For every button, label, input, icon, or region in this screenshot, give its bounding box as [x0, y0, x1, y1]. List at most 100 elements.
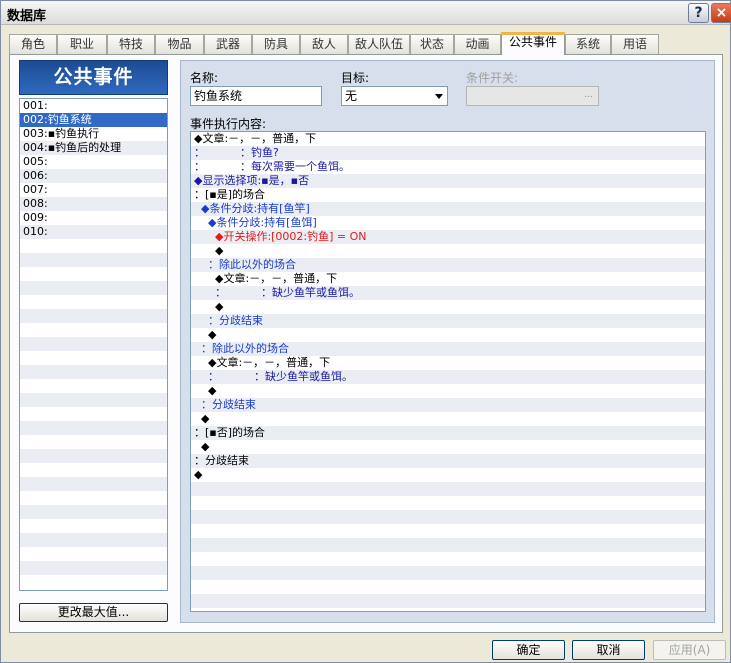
event-command-list[interactable]: ◆文章:－，－，普通，下： ：钓鱼?： ：每次需要一个鱼饵。 ◆显示选择项:▪是，… — [190, 131, 706, 612]
command-empty-row — [191, 510, 705, 524]
common-events-header: 公共事件 — [19, 60, 168, 95]
command-row[interactable]: ◆条件分歧:持有[鱼饵] — [191, 216, 705, 230]
command-row[interactable]: ：[▪是]的场合 — [191, 188, 705, 202]
command-empty-row — [191, 538, 705, 552]
list-empty-row — [20, 379, 167, 393]
tab-terms[interactable]: 用语 — [611, 34, 659, 54]
command-empty-row — [191, 482, 705, 496]
command-row[interactable]: ◆文章:－，－，普通，下 — [191, 132, 705, 146]
command-empty-row — [191, 552, 705, 566]
command-empty-row — [191, 580, 705, 594]
list-empty-row — [20, 463, 167, 477]
list-item[interactable]: 003:▪钓鱼执行 — [20, 127, 167, 141]
command-row[interactable]: ：分歧结束 — [191, 398, 705, 412]
tab-armors[interactable]: 防具 — [252, 34, 300, 54]
list-empty-row — [20, 477, 167, 491]
list-empty-row — [20, 449, 167, 463]
list-empty-row — [20, 365, 167, 379]
list-empty-row — [20, 281, 167, 295]
command-row[interactable]: ： ：每次需要一个鱼饵。 — [191, 160, 705, 174]
command-row[interactable]: ◆开关操作:[0002:钓鱼] = ON — [191, 230, 705, 244]
close-button[interactable]: × — [711, 3, 731, 23]
browse-button: ... — [584, 90, 593, 100]
list-empty-row — [20, 295, 167, 309]
command-row[interactable]: ◆文章:－，－，普通，下 — [191, 356, 705, 370]
tab-troops[interactable]: 敌人队伍 — [348, 34, 410, 54]
title-bar[interactable]: 数据库 ? × — [1, 1, 731, 25]
command-row[interactable]: ： ：钓鱼? — [191, 146, 705, 160]
command-empty-row — [191, 594, 705, 608]
command-row[interactable]: ◆条件分歧:持有[鱼竿] — [191, 202, 705, 216]
tab-system[interactable]: 系统 — [565, 34, 611, 54]
list-empty-row — [20, 533, 167, 547]
list-empty-row — [20, 351, 167, 365]
command-row[interactable]: ：除此以外的场合 — [191, 258, 705, 272]
change-maximum-button[interactable]: 更改最大值... — [19, 603, 168, 622]
tab-animations[interactable]: 动画 — [454, 34, 501, 54]
ok-button[interactable]: 确定 — [492, 640, 565, 660]
list-empty-row — [20, 547, 167, 561]
tab-states[interactable]: 状态 — [410, 34, 454, 54]
list-empty-row — [20, 267, 167, 281]
target-select[interactable]: 无 — [341, 86, 448, 106]
command-row[interactable]: ◆ — [191, 300, 705, 314]
window-title: 数据库 — [7, 9, 47, 24]
tab-common-events[interactable]: 公共事件 — [501, 32, 565, 55]
list-empty-row — [20, 239, 167, 253]
list-empty-row — [20, 309, 167, 323]
list-empty-row — [20, 323, 167, 337]
command-row[interactable]: ◆文章:－，－，普通，下 — [191, 272, 705, 286]
cancel-button[interactable]: 取消 — [572, 640, 645, 660]
command-empty-row — [191, 496, 705, 510]
list-item[interactable]: 008: — [20, 197, 167, 211]
content-label: 事件执行内容: — [190, 117, 267, 131]
tab-actors[interactable]: 角色 — [9, 34, 57, 54]
command-row[interactable]: ：除此以外的场合 — [191, 342, 705, 356]
list-item[interactable]: 009: — [20, 211, 167, 225]
command-row[interactable]: ◆ — [191, 468, 705, 482]
list-item[interactable]: 002:钓鱼系统 — [20, 113, 167, 127]
list-item[interactable]: 006: — [20, 169, 167, 183]
tab-enemies[interactable]: 敌人 — [300, 34, 348, 54]
command-row[interactable]: ◆显示选择项:▪是，▪否 — [191, 174, 705, 188]
list-item[interactable]: 005: — [20, 155, 167, 169]
list-empty-row — [20, 505, 167, 519]
target-value: 无 — [345, 89, 358, 103]
list-item[interactable]: 001: — [20, 99, 167, 113]
condition-switch-label: 条件开关: — [466, 71, 519, 85]
list-empty-row — [20, 407, 167, 421]
list-empty-row — [20, 337, 167, 351]
list-empty-row — [20, 393, 167, 407]
target-label: 目标: — [341, 71, 370, 85]
tab-classes[interactable]: 职业 — [57, 34, 107, 54]
tab-items[interactable]: 物品 — [155, 34, 204, 54]
command-empty-row — [191, 566, 705, 580]
common-event-list[interactable]: 001: 002:钓鱼系统 003:▪钓鱼执行 004:▪钓鱼后的处理 005: 006:… — [19, 98, 168, 591]
command-row[interactable]: ：分歧结束 — [191, 314, 705, 328]
command-row[interactable]: ◆ — [191, 412, 705, 426]
name-label: 名称: — [190, 71, 219, 85]
command-row[interactable]: ◆ — [191, 384, 705, 398]
list-item[interactable]: 004:▪钓鱼后的处理 — [20, 141, 167, 155]
apply-button: 应用(A) — [653, 640, 726, 660]
command-row[interactable]: ◆ — [191, 328, 705, 342]
name-field[interactable]: 钓鱼系统 — [190, 86, 322, 106]
command-row[interactable]: ：[▪否]的场合 — [191, 426, 705, 440]
command-row[interactable]: ：分歧结束 — [191, 454, 705, 468]
list-empty-row — [20, 435, 167, 449]
command-row[interactable]: ： ：缺少鱼竿或鱼饵。 — [191, 370, 705, 384]
command-row[interactable]: ◆ — [191, 244, 705, 258]
list-item[interactable]: 010: — [20, 225, 167, 239]
help-button[interactable]: ? — [688, 3, 709, 23]
tab-weapons[interactable]: 武器 — [204, 34, 252, 54]
list-empty-row — [20, 519, 167, 533]
command-empty-row — [191, 524, 705, 538]
list-empty-row — [20, 421, 167, 435]
command-row[interactable]: ： ：缺少鱼竿或鱼饵。 — [191, 286, 705, 300]
tab-skills[interactable]: 特技 — [107, 34, 155, 54]
chevron-down-icon — [435, 94, 443, 99]
command-row[interactable]: ◆ — [191, 440, 705, 454]
list-item[interactable]: 007: — [20, 183, 167, 197]
condition-switch-field: ... — [466, 86, 599, 106]
list-empty-row — [20, 575, 167, 589]
